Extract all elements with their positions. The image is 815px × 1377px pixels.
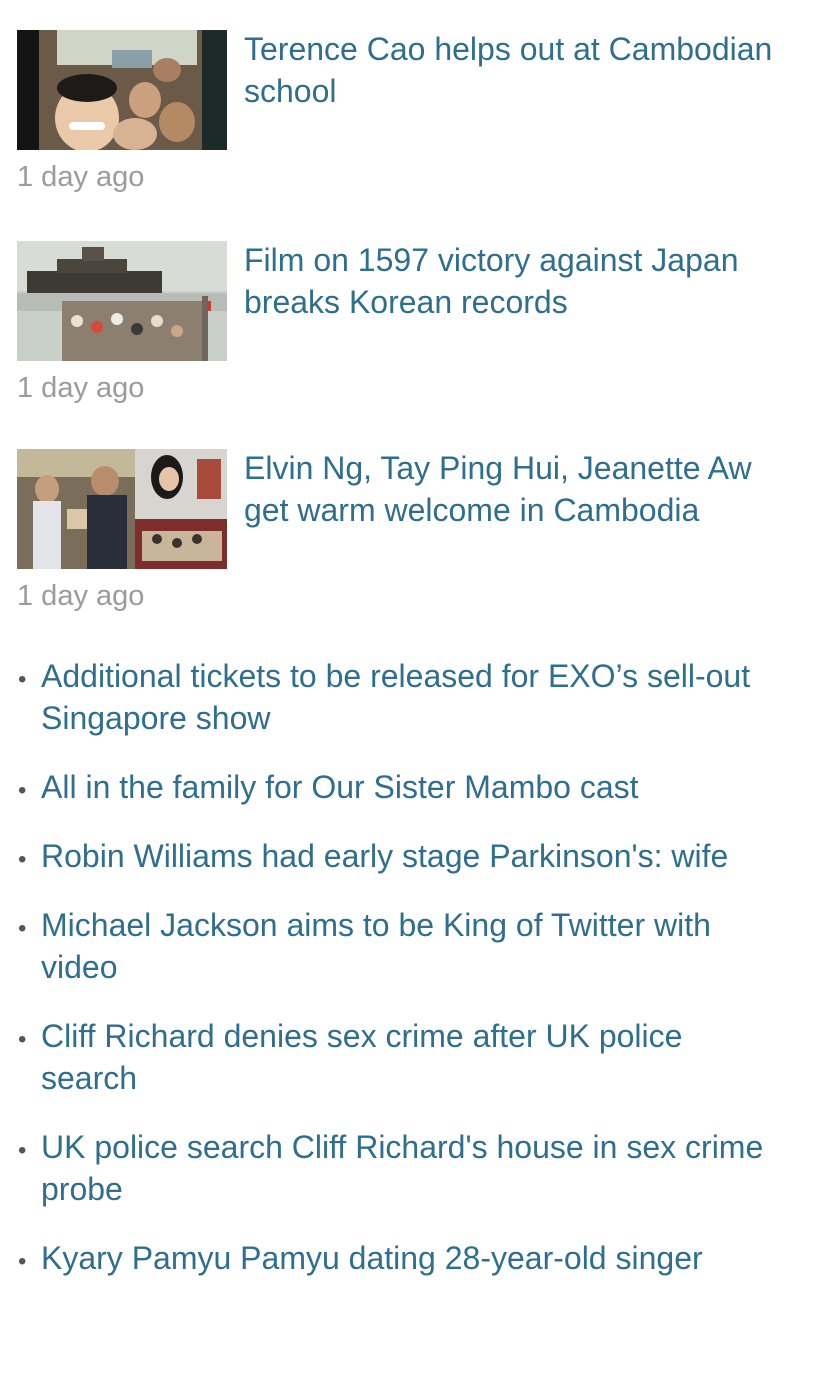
headline-link[interactable]: All in the family for Our Sister Mambo c…: [41, 769, 639, 805]
headline-link[interactable]: Additional tickets to be released for EX…: [41, 658, 750, 736]
story-headline-link[interactable]: Terence Cao helps out at Cambodian schoo…: [244, 28, 804, 112]
story-thumbnail-image[interactable]: [17, 449, 227, 569]
bullet-icon: •: [18, 777, 27, 804]
story-timestamp: 1 day ago: [17, 161, 145, 193]
story-headline-link[interactable]: Film on 1597 victory against Japan break…: [244, 239, 804, 323]
headline-link[interactable]: UK police search Cliff Richard's house i…: [41, 1129, 763, 1207]
list-item: • Kyary Pamyu Pamyu dating 28-year-old s…: [0, 1237, 771, 1279]
bullet-icon: •: [18, 1137, 27, 1164]
bullet-icon: •: [18, 1248, 27, 1275]
bullet-icon: •: [18, 846, 27, 873]
list-item: • Additional tickets to be released for …: [0, 655, 771, 739]
headline-link[interactable]: Michael Jackson aims to be King of Twitt…: [41, 907, 711, 985]
list-item: • All in the family for Our Sister Mambo…: [0, 766, 771, 808]
story-timestamp: 1 day ago: [17, 372, 145, 404]
story-timestamp: 1 day ago: [17, 580, 145, 612]
list-item: • Cliff Richard denies sex crime after U…: [0, 1015, 771, 1099]
bullet-icon: •: [18, 666, 27, 693]
list-item: • Michael Jackson aims to be King of Twi…: [0, 904, 771, 988]
story-headline-link[interactable]: Elvin Ng, Tay Ping Hui, Jeanette Aw get …: [244, 447, 804, 531]
headline-link[interactable]: Cliff Richard denies sex crime after UK …: [41, 1018, 682, 1096]
list-item: • Robin Williams had early stage Parkins…: [0, 835, 771, 877]
list-item: • UK police search Cliff Richard's house…: [0, 1126, 771, 1210]
story-thumbnail-image[interactable]: [17, 30, 227, 150]
headline-list: • Additional tickets to be released for …: [0, 655, 815, 1306]
bullet-icon: •: [18, 1026, 27, 1053]
bullet-icon: •: [18, 915, 27, 942]
headline-link[interactable]: Robin Williams had early stage Parkinson…: [41, 838, 728, 874]
story-thumbnail-image[interactable]: [17, 241, 227, 361]
headline-link[interactable]: Kyary Pamyu Pamyu dating 28-year-old sin…: [41, 1240, 703, 1276]
